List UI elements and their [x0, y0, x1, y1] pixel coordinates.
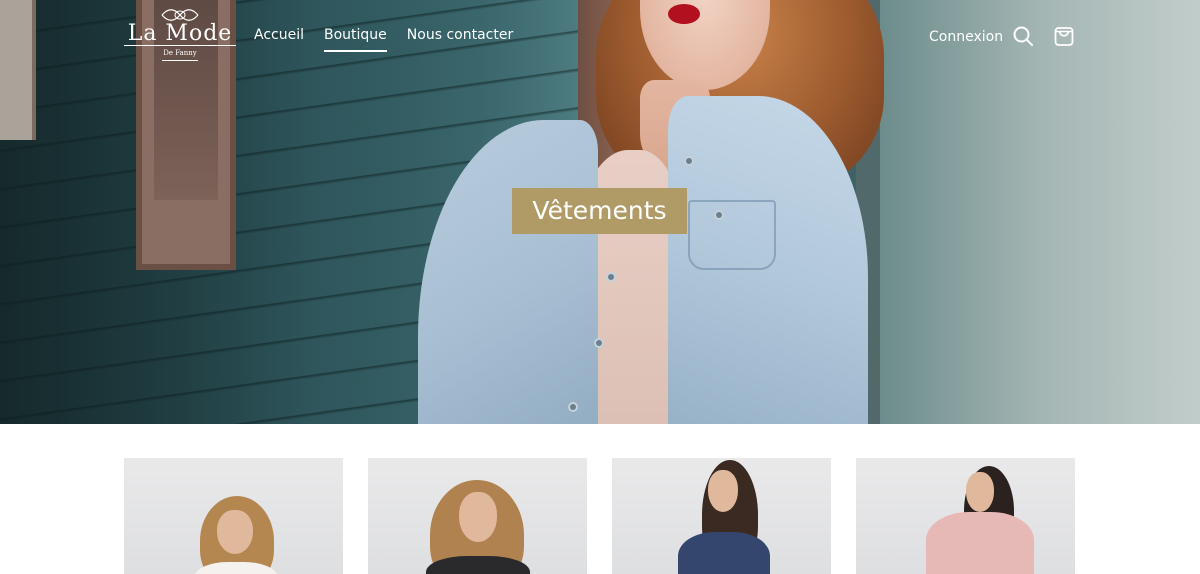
hero-model-pocket: [688, 200, 776, 270]
product-model-face: [708, 470, 738, 512]
shopping-bag-icon: [1052, 27, 1076, 52]
product-model-face: [217, 510, 253, 554]
product-card[interactable]: [612, 458, 831, 574]
nav-item-accueil[interactable]: Accueil: [254, 24, 304, 52]
hero-background-blur: [876, 0, 1200, 424]
hero-title-badge: Vêtements: [512, 188, 687, 234]
brand-tagline: De Fanny: [163, 49, 197, 57]
product-garment: [678, 532, 770, 574]
nav-item-boutique[interactable]: Boutique: [324, 24, 387, 52]
hero-window-left: [0, 0, 36, 140]
brand-logo[interactable]: La Mode De Fanny: [124, 8, 236, 64]
hero-jacket-button: [606, 272, 616, 282]
product-grid: [124, 458, 1075, 574]
hero-jacket-button: [594, 338, 604, 348]
product-model-face: [459, 492, 497, 542]
brand-underline: [162, 60, 198, 61]
product-card[interactable]: [856, 458, 1075, 574]
hero-jacket-button: [684, 156, 694, 166]
product-card[interactable]: [124, 458, 343, 574]
search-icon: [1011, 26, 1035, 52]
hero-title: Vêtements: [532, 196, 667, 225]
cart-button[interactable]: [1052, 24, 1076, 48]
knot-ornament-icon: [160, 8, 200, 22]
search-button[interactable]: [1011, 24, 1035, 48]
product-garment: [926, 512, 1034, 574]
product-card[interactable]: [368, 458, 587, 574]
account-nav: Connexion: [929, 24, 1003, 50]
product-garment: [426, 556, 530, 574]
hero-model-lips: [668, 4, 700, 24]
hero-jacket-button: [714, 210, 724, 220]
nav-item-contact[interactable]: Nous contacter: [407, 24, 513, 52]
product-model-face: [966, 472, 994, 512]
brand-divider: [124, 45, 236, 46]
login-link[interactable]: Connexion: [929, 26, 1003, 48]
main-nav: Accueil Boutique Nous contacter: [254, 24, 513, 54]
brand-name: La Mode: [127, 21, 233, 46]
hero-jacket-button: [568, 402, 578, 412]
